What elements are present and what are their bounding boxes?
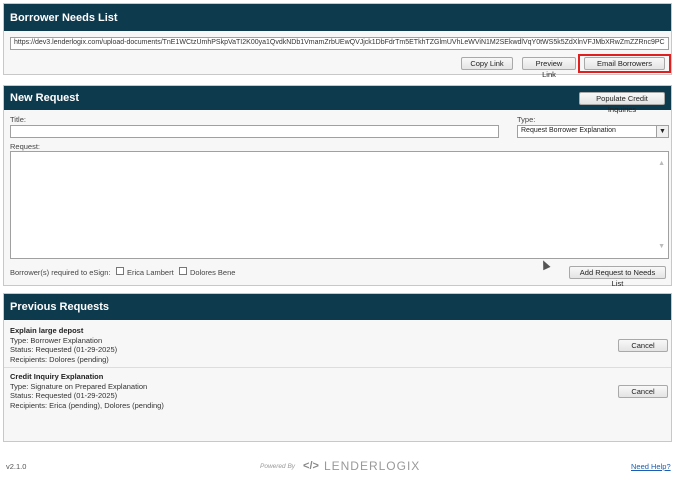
esign-checkbox-erica[interactable] xyxy=(116,267,124,275)
new-request-panel: New Request Populate Credit Inquiries Ti… xyxy=(3,85,672,288)
request-label: Request: xyxy=(10,142,41,151)
mouse-cursor-icon xyxy=(539,258,551,271)
upload-link-field[interactable]: https://dev3.lenderlogix.com/upload-docu… xyxy=(10,37,669,50)
request-item: Credit Inquiry Explanation Type: Signatu… xyxy=(10,372,164,410)
request-item-title: Credit Inquiry Explanation xyxy=(10,372,104,381)
needs-list-panel: Borrower Needs List https://dev3.lenderl… xyxy=(3,3,672,79)
new-request-title: New Request xyxy=(10,92,80,104)
type-label: Type: xyxy=(517,115,536,124)
scroll-up-icon[interactable]: ▲ xyxy=(658,160,665,167)
esign-label: Borrower(s) required to eSign: xyxy=(10,268,111,277)
request-item-recipients: Recipients: Dolores (pending) xyxy=(10,354,109,364)
request-textarea[interactable]: ▲ ▼ xyxy=(10,151,669,259)
esign-name-dolores: Dolores Bene xyxy=(190,268,236,277)
add-request-button[interactable]: Add Request to Needs List xyxy=(569,266,666,288)
request-divider xyxy=(4,367,671,368)
request-item-status: Status: Requested (01-29-2025) xyxy=(10,391,118,400)
title-label: Title: xyxy=(10,115,26,124)
version-label: v2.1.0 xyxy=(6,462,27,471)
esign-name-erica: Erica Lambert xyxy=(127,268,174,277)
brand-name: LENDERLOGIX xyxy=(323,459,421,473)
preview-link-button[interactable]: Preview Link xyxy=(522,57,576,79)
powered-by-label: Powered By xyxy=(260,462,296,470)
esign-checkbox-dolores[interactable] xyxy=(179,267,187,275)
previous-requests-panel: Previous Requests Explain large depost T… xyxy=(3,293,672,442)
needs-list-title: Borrower Needs List xyxy=(10,11,118,24)
new-request-header: New Request Populate Credit Inquiries xyxy=(4,86,671,114)
previous-requests-header: Previous Requests xyxy=(4,294,671,320)
previous-requests-title: Previous Requests xyxy=(10,301,110,313)
cancel-request-button[interactable]: Cancel xyxy=(618,385,668,398)
request-item-status: Status: Requested (01-29-2025) xyxy=(10,345,118,354)
cancel-request-button[interactable]: Cancel xyxy=(618,339,668,352)
request-item: Explain large depost Type: Borrower Expl… xyxy=(10,326,117,364)
code-brackets-icon: </> xyxy=(303,460,319,472)
email-borrowers-button[interactable]: Email Borrowers xyxy=(584,57,665,70)
chevron-down-icon: ▼ xyxy=(656,126,668,137)
type-select-value: Request Borrower Explanation xyxy=(521,127,616,134)
scroll-down-icon[interactable]: ▼ xyxy=(658,243,665,250)
request-item-type: Type: Borrower Explanation xyxy=(10,335,103,345)
title-input[interactable] xyxy=(10,125,499,138)
needs-list-header: Borrower Needs List xyxy=(4,4,671,31)
request-item-type: Type: Signature on Prepared Explanation xyxy=(10,381,148,391)
request-item-recipients: Recipients: Erica (pending), Dolores (pe… xyxy=(10,400,164,410)
request-item-title: Explain large depost xyxy=(10,326,84,335)
need-help-link[interactable]: Need Help? xyxy=(631,462,671,471)
populate-credit-inquiries-button[interactable]: Populate Credit Inquiries xyxy=(579,91,665,114)
upload-link-text: https://dev3.lenderlogix.com/upload-docu… xyxy=(14,39,665,46)
copy-link-button[interactable]: Copy Link xyxy=(461,57,513,70)
type-select[interactable]: Request Borrower Explanation ▼ xyxy=(517,125,669,138)
powered-by-logo: Powered By </> LENDERLOGIX xyxy=(260,459,420,473)
